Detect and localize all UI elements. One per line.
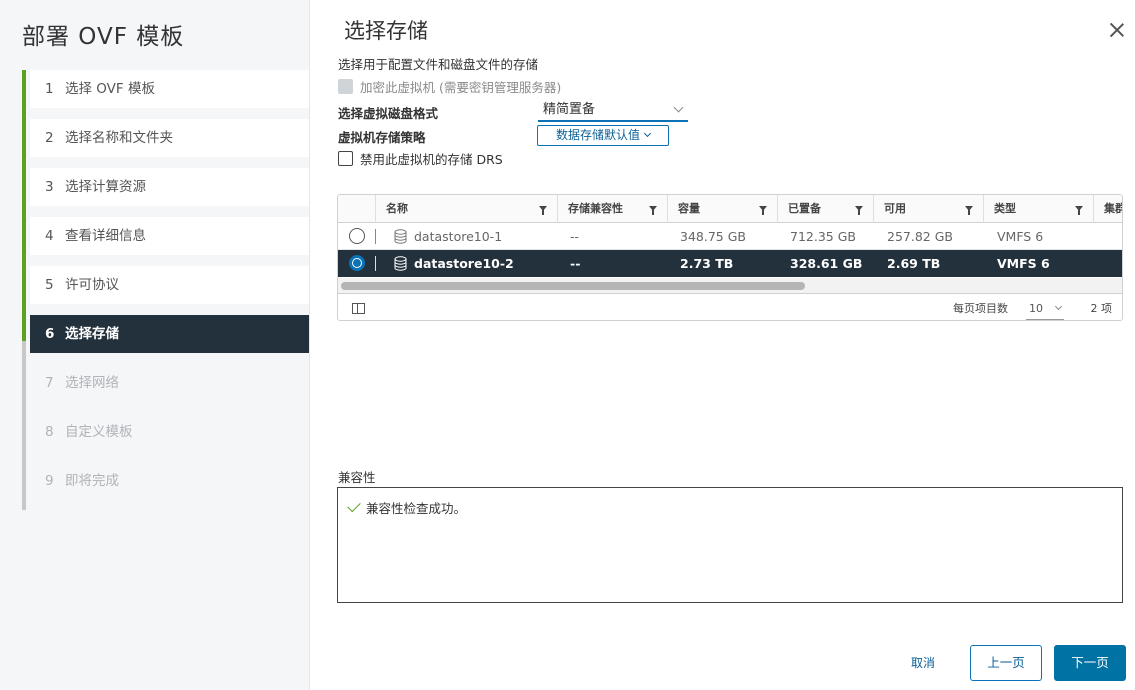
check-icon (347, 498, 361, 513)
column-header-cluster[interactable]: 集群 (1094, 195, 1122, 223)
table-row[interactable]: datastore10-1 -- 348.75 GB 712.35 GB 257… (338, 223, 1122, 250)
disk-format-label: 选择虚拟磁盘格式 (338, 106, 439, 121)
wizard-main: 选择存储 选择用于配置文件和磁盘文件的存储 加密此虚拟机 (需要密钥管理服务器)… (310, 0, 1135, 690)
cell-type: VMFS 6 (997, 229, 1044, 244)
wizard-sidebar: 部署 OVF 模板 1 选择 OVF 模板 2 选择名称和文件夹 3 选择计算资源 4… (0, 0, 310, 690)
chevron-down-icon (1054, 302, 1063, 311)
row-radio[interactable] (349, 228, 365, 244)
cell-compat: -- (570, 229, 580, 244)
storage-policy-value: 数据存储默认值 (555, 128, 640, 142)
chevron-down-icon (673, 102, 684, 113)
cell-compat: -- (570, 256, 581, 271)
wizard-step-3[interactable]: 3 选择计算资源 (30, 168, 309, 206)
grid-header: 名称 存储兼容性 容量 已置备 可用 类型 集群 (338, 195, 1122, 223)
cell-capacity: 348.75 GB (680, 229, 746, 244)
disable-drs-label: 禁用此虚拟机的存储 DRS (360, 152, 503, 167)
next-button[interactable]: 下一页 (1054, 645, 1126, 681)
compatibility-label: 兼容性 (338, 470, 376, 485)
column-header-type[interactable]: 类型 (984, 195, 1094, 223)
datastore-grid: 名称 存储兼容性 容量 已置备 可用 类型 集群 datastore10-1 -… (337, 194, 1123, 321)
total-count: 2 项 (1090, 302, 1113, 315)
cancel-button[interactable]: 取消 (898, 646, 948, 680)
row-divider (375, 256, 376, 271)
row-divider (375, 229, 376, 244)
wizard-step-8: 8 自定义模板 (45, 424, 133, 440)
per-page-label: 每页项目数 (953, 302, 1008, 315)
close-icon[interactable] (1109, 22, 1125, 38)
per-page-select[interactable]: 10 (1026, 300, 1064, 320)
filter-icon[interactable] (855, 206, 863, 215)
column-header-compat[interactable]: 存储兼容性 (558, 195, 668, 223)
filter-icon[interactable] (539, 206, 547, 215)
page-subtitle: 选择用于配置文件和磁盘文件的存储 (338, 57, 539, 72)
cell-provisioned: 712.35 GB (790, 229, 856, 244)
filter-icon[interactable] (759, 206, 767, 215)
wizard-step-2[interactable]: 2 选择名称和文件夹 (30, 119, 309, 157)
wizard-step-1[interactable]: 1 选择 OVF 模板 (30, 70, 309, 108)
steps-progress-done (22, 70, 26, 341)
column-toggle-icon[interactable] (352, 303, 365, 314)
wizard-step-5[interactable]: 5 许可协议 (30, 266, 309, 304)
disable-drs-checkbox[interactable] (338, 151, 353, 166)
encrypt-vm-option: 加密此虚拟机 (需要密钥管理服务器) (338, 77, 561, 96)
disk-format-value: 精简置备 (543, 102, 596, 117)
filter-icon[interactable] (1075, 206, 1083, 215)
header-select-column (338, 195, 376, 223)
cell-name: datastore10-1 (414, 229, 503, 244)
grid-footer: 每页项目数 10 2 项 (338, 295, 1122, 320)
cell-free: 2.69 TB (887, 256, 941, 271)
table-row-selected[interactable]: datastore10-2 -- 2.73 TB 328.61 GB 2.69 … (338, 250, 1122, 277)
scrollbar-thumb[interactable] (341, 282, 805, 290)
horizontal-scrollbar[interactable] (338, 278, 1122, 294)
cell-provisioned: 328.61 GB (790, 256, 863, 271)
filter-icon[interactable] (965, 206, 973, 215)
disable-drs-option[interactable]: 禁用此虚拟机的存储 DRS (338, 149, 503, 168)
cell-capacity: 2.73 TB (680, 256, 734, 271)
column-header-name[interactable]: 名称 (376, 195, 558, 223)
encrypt-vm-label: 加密此虚拟机 (需要密钥管理服务器) (360, 80, 562, 95)
steps-progress-rail (22, 70, 26, 510)
storage-policy-label: 虚拟机存储策略 (338, 130, 426, 145)
wizard-title: 部署 OVF 模板 (22, 24, 185, 50)
encrypt-vm-checkbox (338, 79, 353, 94)
column-header-capacity[interactable]: 容量 (668, 195, 778, 223)
wizard-steps: 1 选择 OVF 模板 2 选择名称和文件夹 3 选择计算资源 4 查看详细信息 5 许可… (30, 70, 309, 511)
wizard-step-9: 9 即将完成 (45, 473, 119, 489)
wizard-step-4[interactable]: 4 查看详细信息 (30, 217, 309, 255)
cell-name: datastore10-2 (414, 256, 514, 271)
page-title: 选择存储 (344, 19, 428, 43)
storage-policy-dropdown[interactable]: 数据存储默认值 (537, 125, 669, 146)
row-radio-selected[interactable] (349, 255, 365, 271)
wizard-step-7: 7 选择网络 (45, 375, 119, 391)
chevron-down-icon (643, 129, 652, 138)
cell-free: 257.82 GB (887, 229, 953, 244)
disk-format-select[interactable]: 精简置备 (538, 100, 688, 122)
wizard-step-6[interactable]: 6 选择存储 (30, 315, 309, 353)
compatibility-message: 兼容性检查成功。 (347, 498, 466, 517)
cell-type: VMFS 6 (997, 256, 1050, 271)
compatibility-panel: 兼容性检查成功。 (337, 487, 1123, 603)
filter-icon[interactable] (649, 206, 657, 215)
back-button[interactable]: 上一页 (970, 645, 1042, 681)
column-header-provisioned[interactable]: 已置备 (778, 195, 874, 223)
column-header-free[interactable]: 可用 (874, 195, 984, 223)
